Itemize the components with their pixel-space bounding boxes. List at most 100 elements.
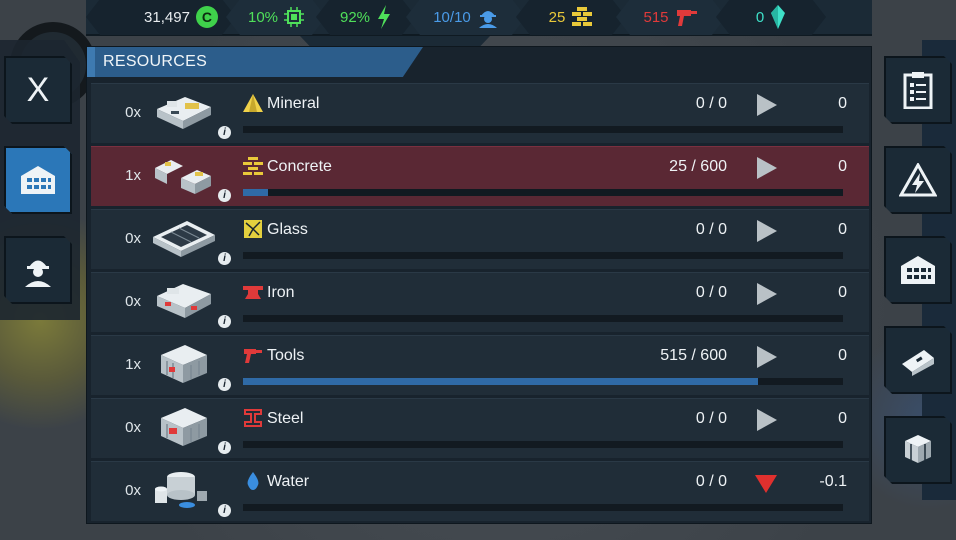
trend-play-icon[interactable]	[755, 283, 777, 305]
resource-amount: 0 / 0	[695, 95, 727, 112]
trend-play-icon[interactable]	[755, 157, 777, 179]
tools-icon	[243, 346, 263, 364]
power-alert-button[interactable]	[884, 146, 952, 214]
building-count: 0x	[125, 104, 141, 121]
trend-play-icon[interactable]	[755, 220, 777, 242]
tools-value: 515	[643, 8, 669, 26]
close-button[interactable]: X	[4, 56, 72, 124]
glass-icon	[243, 220, 263, 238]
building-count: 1x	[125, 167, 141, 184]
resource-row-tools[interactable]: 1x i Tools 515 / 600 0	[91, 335, 869, 395]
building-concrete-image	[151, 152, 217, 196]
resource-amount: 0 / 0	[695, 410, 727, 427]
panel-title: RESOURCES	[87, 47, 423, 77]
credits-stat[interactable]: 31,497 C	[86, 0, 236, 35]
building-glass-image	[151, 215, 217, 259]
info-icon[interactable]: i	[218, 504, 231, 517]
concrete-value: 25	[548, 8, 566, 26]
storage-bar-fill	[243, 189, 269, 196]
resources-list: 0x i Mineral 0 / 0 0 1x i Concrete 25 / 600 0 0x i G…	[91, 83, 869, 524]
info-icon[interactable]: i	[218, 126, 231, 139]
resource-row-water[interactable]: 0x i Water 0 / 0 -0.1	[91, 461, 869, 521]
warehouse-icon	[21, 166, 55, 194]
credits-value: 31,497	[144, 8, 190, 26]
storage-bar	[243, 504, 843, 511]
info-icon[interactable]: i	[218, 378, 231, 391]
crystal-icon	[770, 5, 786, 29]
resource-name: Water	[267, 473, 310, 490]
top-stats-bar: 31,497 C 10% 92% 10/10 25 515 0	[86, 0, 872, 36]
workers-value: 10/10	[433, 8, 471, 26]
resource-amount: 0 / 0	[695, 284, 727, 301]
storage-bar-fill	[243, 378, 758, 385]
worker-icon	[25, 260, 51, 287]
resource-row-glass[interactable]: 0x i Glass 0 / 0 0	[91, 209, 869, 269]
water-icon	[243, 472, 263, 490]
resource-row-steel[interactable]: 0x i Steel 0 / 0 0	[91, 398, 869, 458]
mineral-icon	[243, 94, 263, 112]
tab-workers[interactable]	[4, 236, 72, 304]
resource-name: Steel	[267, 410, 304, 427]
resources-panel: RESOURCES 0x i Mineral 0 / 0 0 1x i Concrete 25 …	[86, 46, 872, 524]
building-count: 1x	[125, 356, 141, 373]
resource-name: Glass	[267, 221, 308, 238]
concrete-stat[interactable]: 25	[516, 0, 626, 35]
chips-stat[interactable]: 10%	[226, 0, 326, 35]
building-steel-image	[151, 404, 217, 448]
report-button[interactable]	[884, 56, 952, 124]
iron-icon	[243, 283, 263, 301]
storage-bar	[243, 252, 843, 259]
resource-name: Tools	[267, 347, 305, 364]
info-icon[interactable]: i	[218, 441, 231, 454]
storage-bar	[243, 378, 843, 385]
trend-down-icon[interactable]	[755, 472, 777, 494]
resource-amount: 0 / 0	[695, 473, 727, 490]
resource-amount: 0 / 0	[695, 221, 727, 238]
info-icon[interactable]: i	[218, 189, 231, 202]
info-icon[interactable]: i	[218, 252, 231, 265]
resource-name: Mineral	[267, 95, 320, 112]
resource-rate: 0	[838, 347, 847, 364]
lightning-bolt-icon	[376, 5, 392, 29]
building-count: 0x	[125, 230, 141, 247]
resource-name: Concrete	[267, 158, 332, 175]
close-icon: X	[26, 70, 50, 109]
crates-icon	[905, 435, 931, 463]
power-warning-icon	[899, 163, 937, 197]
building-tools-image	[151, 341, 217, 385]
building-count: 0x	[125, 482, 141, 499]
trend-play-icon[interactable]	[755, 346, 777, 368]
energy-stat[interactable]: 92%	[316, 0, 416, 35]
resource-row-mineral[interactable]: 0x i Mineral 0 / 0 0	[91, 83, 869, 143]
trend-play-icon[interactable]	[755, 94, 777, 116]
crystals-stat[interactable]: 0	[716, 0, 826, 35]
resource-amount: 515 / 600	[660, 347, 727, 364]
tab-resources[interactable]	[4, 146, 72, 214]
crystals-value: 0	[755, 8, 765, 26]
credit-coin-icon: C	[196, 6, 218, 28]
storage-bar	[243, 126, 843, 133]
trend-play-icon[interactable]	[755, 409, 777, 431]
resource-rate: 0	[838, 221, 847, 238]
storage-bar	[243, 315, 843, 322]
resource-rate: 0	[838, 158, 847, 175]
resource-rate: -0.1	[819, 473, 847, 490]
resource-row-concrete[interactable]: 1x i Concrete 25 / 600 0	[91, 146, 869, 206]
transport-button[interactable]	[884, 326, 952, 394]
crates-button[interactable]	[884, 416, 952, 484]
microchip-icon	[284, 7, 304, 27]
workers-stat[interactable]: 10/10	[406, 0, 526, 35]
concrete-icon	[243, 157, 263, 175]
clipboard-icon	[903, 72, 933, 109]
storage-bar	[243, 441, 843, 448]
info-icon[interactable]: i	[218, 315, 231, 328]
building-count: 0x	[125, 419, 141, 436]
storage-button[interactable]	[884, 236, 952, 304]
resource-row-iron[interactable]: 0x i Iron 0 / 0 0	[91, 272, 869, 332]
tools-stat[interactable]: 515	[616, 0, 726, 35]
energy-value: 92%	[339, 8, 371, 26]
concrete-bricks-icon	[571, 7, 593, 27]
chips-value: 10%	[247, 8, 279, 26]
cargo-pod-icon	[902, 350, 934, 376]
warehouse-icon	[901, 256, 935, 284]
